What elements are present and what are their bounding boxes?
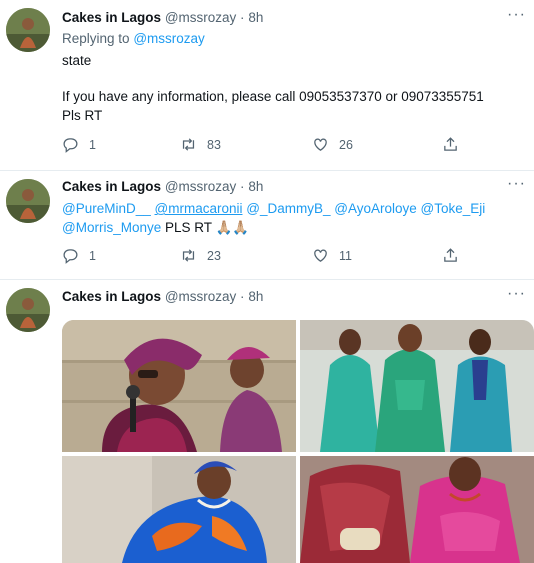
handle[interactable]: @mssrozay — [165, 10, 236, 25]
tweet-text-line: Pls RT — [62, 108, 103, 123]
handle[interactable]: @mssrozay — [165, 179, 236, 194]
mention-link[interactable]: @mrmacaronii — [155, 201, 243, 216]
retweet-button[interactable]: 23 — [180, 247, 221, 264]
share-button[interactable] — [442, 247, 469, 264]
more-icon[interactable]: ··· — [507, 285, 526, 303]
tweet-1[interactable]: Cakes in Lagos @mssrozay · 8h ··· Replyi… — [0, 0, 534, 170]
timestamp[interactable]: 8h — [248, 179, 263, 194]
mention-link[interactable]: @Toke_Eji — [421, 201, 486, 216]
display-name[interactable]: Cakes in Lagos — [62, 289, 161, 304]
photo-women-pink-outfits — [300, 456, 534, 563]
mention-link[interactable]: @AyoAroloye — [334, 201, 417, 216]
mention-link[interactable]: @Morris_Monye — [62, 220, 161, 235]
replying-to-label: Replying to — [62, 31, 130, 46]
timestamp[interactable]: 8h — [248, 10, 263, 25]
timestamp[interactable]: 8h — [248, 289, 263, 304]
replying-to: Replying to @mssrozay — [62, 29, 205, 48]
tweet-header: Cakes in Lagos @mssrozay · 8h — [62, 289, 263, 304]
more-icon[interactable]: ··· — [507, 175, 526, 193]
retweet-icon — [182, 249, 195, 262]
reply-icon — [63, 249, 78, 264]
tweet-text-line: @PureMinD__ @mrmacaronii @_DammyB_ @AyoA… — [62, 199, 485, 218]
like-count: 26 — [339, 137, 353, 152]
retweet-icon — [182, 138, 195, 151]
retweet-count: 23 — [207, 248, 221, 263]
photo-group-teal-outfits — [300, 320, 534, 452]
tweet-2[interactable]: Cakes in Lagos @mssrozay · 8h ··· @PureM… — [0, 171, 534, 279]
share-icon — [444, 137, 457, 151]
separator: · — [240, 10, 245, 25]
reply-button[interactable]: 1 — [62, 136, 96, 153]
avatar-image — [6, 179, 50, 223]
avatar[interactable] — [6, 8, 50, 52]
reply-button[interactable]: 1 — [62, 247, 96, 264]
like-button[interactable]: 11 — [312, 247, 352, 264]
photo-woman-blue-outfit — [62, 456, 296, 563]
retweet-button[interactable]: 83 — [180, 136, 221, 153]
like-button[interactable]: 26 — [312, 136, 353, 153]
reply-count: 1 — [89, 248, 96, 263]
tweet-text-line: If you have any information, please call… — [62, 89, 484, 104]
tweet-header: Cakes in Lagos @mssrozay · 8h — [62, 179, 263, 194]
media-photo[interactable] — [62, 320, 296, 452]
tweet-text-line: state — [62, 53, 92, 68]
media-photo[interactable] — [300, 320, 534, 452]
reply-icon — [63, 138, 78, 153]
photo-woman-microphone — [62, 320, 296, 452]
avatar[interactable] — [6, 179, 50, 223]
handle[interactable]: @mssrozay — [165, 289, 236, 304]
share-icon — [444, 248, 457, 262]
replying-to-handle[interactable]: @mssrozay — [133, 31, 204, 46]
separator: · — [240, 179, 245, 194]
like-icon — [314, 249, 327, 262]
retweet-count: 83 — [207, 137, 221, 152]
like-icon — [314, 138, 327, 151]
tweet-actions: 1 83 26 — [62, 136, 472, 156]
separator: · — [240, 289, 245, 304]
display-name[interactable]: Cakes in Lagos — [62, 10, 161, 25]
more-icon[interactable]: ··· — [507, 6, 526, 24]
display-name[interactable]: Cakes in Lagos — [62, 179, 161, 194]
media-photo[interactable] — [300, 456, 534, 563]
tweet-text-line: @Morris_Monye PLS RT 🙏🏼🙏🏼 — [62, 218, 249, 237]
avatar[interactable] — [6, 288, 50, 332]
tweet-media-grid[interactable] — [62, 320, 534, 563]
share-button[interactable] — [442, 136, 469, 153]
avatar-image — [6, 8, 50, 52]
tweet-text: PLS RT 🙏🏼🙏🏼 — [165, 220, 250, 235]
media-photo[interactable] — [62, 456, 296, 563]
tweet-header: Cakes in Lagos @mssrozay · 8h — [62, 10, 263, 25]
mention-link[interactable]: @_DammyB_ — [246, 201, 330, 216]
like-count: 11 — [339, 248, 352, 263]
reply-count: 1 — [89, 137, 96, 152]
mention-link[interactable]: @PureMinD__ — [62, 201, 151, 216]
tweet-actions: 1 23 11 — [62, 247, 472, 267]
avatar-image — [6, 288, 50, 332]
